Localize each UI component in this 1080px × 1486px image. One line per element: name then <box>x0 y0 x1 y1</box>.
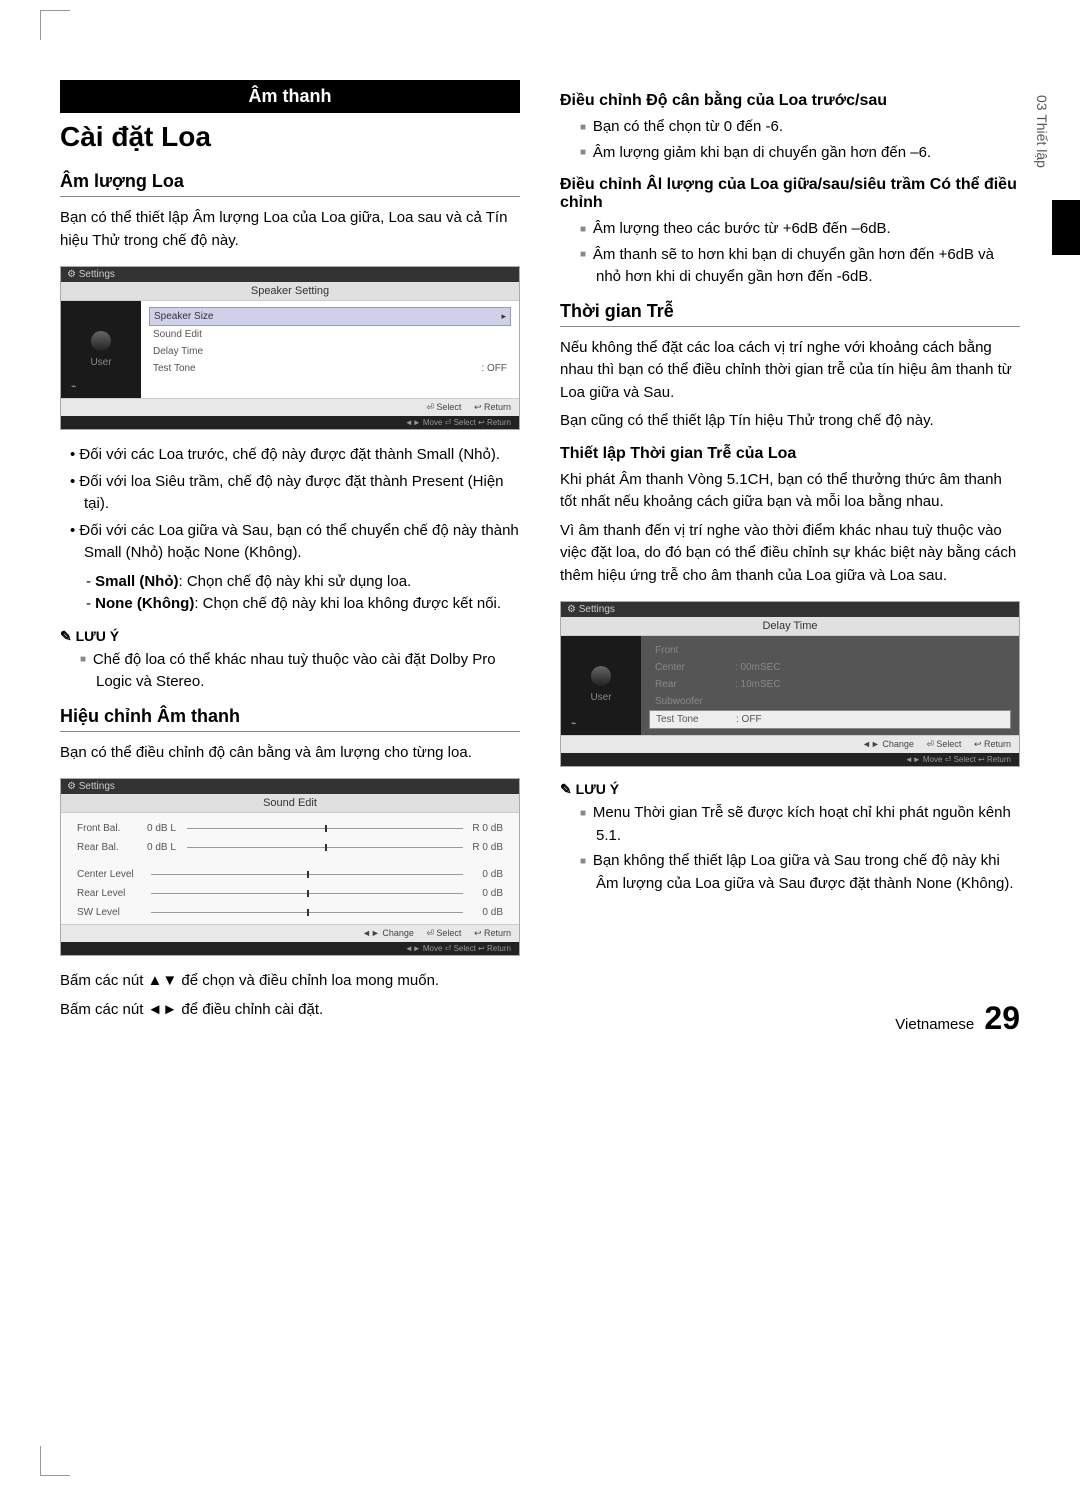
ui-sound-edit: Settings Sound Edit Front Bal. 0 dB L R … <box>60 778 520 956</box>
paragraph-delay-2: Bạn cũng có thể thiết lập Tín hiệu Thử t… <box>560 410 1020 433</box>
note-item: Menu Thời gian Trễ sẽ được kích hoạt chỉ… <box>580 802 1020 847</box>
note-label: LƯU Ý <box>560 781 1020 798</box>
right-column: Điều chỉnh Độ cân bằng của Loa trước/sau… <box>560 80 1020 1027</box>
bullet-item: Đối với các Loa trước, chế độ này được đ… <box>70 444 520 467</box>
ui-footer-return: ↩ Return <box>474 928 511 938</box>
ui-row-center[interactable]: Center: 00mSEC <box>649 659 1011 676</box>
dash-item-none: - None (Không): Chọn chế độ này khi loa … <box>86 593 520 616</box>
pick-icon: ⌁ <box>571 718 576 729</box>
bullet-item: Đối với loa Siêu trầm, chế độ này được đ… <box>70 471 520 516</box>
ui-delay-time: Settings Delay Time User ⌁ Front Center:… <box>560 601 1020 767</box>
ui-footer: ⏎ Select ↩ Return <box>61 398 519 416</box>
heading-volume-adjust: Điều chỉnh Âl lượng của Loa giữa/sau/siê… <box>560 176 1020 212</box>
ui-panel-title: Sound Edit <box>61 794 519 813</box>
page-language: Vietnamese <box>895 1016 974 1033</box>
page: 03 Thiết lập Âm thanh Cài đặt Loa Âm lượ… <box>0 0 1080 1067</box>
ui-footer-dark: ◄► Move ⏎ Select ↩ Return <box>61 942 519 955</box>
dash-list: - Small (Nhỏ): Chọn chế độ này khi sử dụ… <box>86 571 520 616</box>
ui-footer-return: ↩ Return <box>474 402 511 412</box>
ui-row-delay-time[interactable]: Delay Time <box>149 343 511 360</box>
ui-footer-dark: ◄► Move ⏎ Select ↩ Return <box>61 416 519 429</box>
list-item: Âm lượng giảm khi bạn di chuyển gần hơn … <box>580 142 1020 165</box>
ui-row-sw-level[interactable]: SW Level 0 dB <box>71 903 509 922</box>
left-column: Âm thanh Cài đặt Loa Âm lượng Loa Bạn có… <box>60 80 520 1027</box>
list-item: Bạn có thể chọn từ 0 đến -6. <box>580 116 1020 139</box>
ui-main-panel: Speaker Size▸ Sound Edit Delay Time Test… <box>141 301 519 398</box>
ui-side-user: User <box>61 357 141 368</box>
ui-footer-change: ◄► Change <box>362 928 414 938</box>
heading-set-delay: Thiết lập Thời gian Trễ của Loa <box>560 445 1020 463</box>
ui-top-bar: Settings <box>61 267 519 282</box>
paragraph-hieu-chinh: Bạn có thể điều chỉnh độ cân bằng và âm … <box>60 742 520 765</box>
ui-main-panel: Front Center: 00mSEC Rear: 10mSEC Subwoo… <box>641 636 1019 735</box>
ui-footer-dark: ◄► Move ⏎ Select ↩ Return <box>561 753 1019 766</box>
square-list-balance: Bạn có thể chọn từ 0 đến -6. Âm lượng gi… <box>580 116 1020 164</box>
ui-footer-select: ⏎ Select <box>426 928 461 938</box>
ui-footer: ◄► Change ⏎ Select ↩ Return <box>561 735 1019 753</box>
ui-row-rear-bal[interactable]: Rear Bal. 0 dB L R 0 dB <box>71 838 509 857</box>
instruction-updown: Bấm các nút ▲▼ để chọn và điều chỉnh loa… <box>60 970 520 993</box>
intro-paragraph: Bạn có thể thiết lập Âm lượng Loa của Lo… <box>60 207 520 252</box>
ui-panel-title: Speaker Setting <box>61 282 519 301</box>
ui-row-rear-level[interactable]: Rear Level 0 dB <box>71 884 509 903</box>
list-item: Âm thanh sẽ to hơn khi bạn di chuyển gần… <box>580 244 1020 289</box>
heading-hieu-chinh: Hiệu chỉnh Âm thanh <box>60 706 520 732</box>
heading-balance-adjust: Điều chỉnh Độ cân bằng của Loa trước/sau <box>560 92 1020 110</box>
page-number: Vietnamese 29 <box>895 1000 1020 1037</box>
note-list: Chế độ loa có thể khác nhau tuỳ thuộc và… <box>80 649 520 694</box>
pick-icon: ⌁ <box>71 381 76 392</box>
ui-row-test-tone[interactable]: Test Tone: OFF <box>649 710 1011 729</box>
ui-row-test-tone[interactable]: Test Tone: OFF <box>149 360 511 377</box>
paragraph-set-delay-2: Vì âm thanh đến vị trí nghe vào thời điể… <box>560 520 1020 588</box>
note-list-delay: Menu Thời gian Trễ sẽ được kích hoạt chỉ… <box>580 802 1020 895</box>
ui-footer: ◄► Change ⏎ Select ↩ Return <box>61 924 519 942</box>
list-item: Âm lượng theo các bước từ +6dB đến –6dB. <box>580 218 1020 241</box>
ui-side-panel: User ⌁ <box>561 636 641 735</box>
ui-side-user: User <box>561 692 641 703</box>
ui-top-bar: Settings <box>61 779 519 794</box>
ui-footer-change: ◄► Change <box>862 739 914 749</box>
note-item: Chế độ loa có thể khác nhau tuỳ thuộc và… <box>80 649 520 694</box>
side-black-tab <box>1052 200 1080 255</box>
dash-item-small: - Small (Nhỏ): Chọn chế độ này khi sử dụ… <box>86 571 520 594</box>
page-number-value: 29 <box>984 1000 1020 1036</box>
paragraph-delay-1: Nếu không thể đặt các loa cách vị trí ng… <box>560 337 1020 405</box>
ui-footer-return: ↩ Return <box>974 739 1011 749</box>
bullet-list-speaker-modes: Đối với các Loa trước, chế độ này được đ… <box>70 444 520 565</box>
side-chapter-tab: 03 Thiết lập <box>1034 95 1050 168</box>
section-header-bar: Âm thanh <box>60 80 520 113</box>
ui-side-panel: User ⌁ <box>61 301 141 398</box>
ui-speaker-setting: Settings Speaker Setting User ⌁ Speaker … <box>60 266 520 430</box>
page-main-title: Cài đặt Loa <box>60 121 520 153</box>
ui-panel-title: Delay Time <box>561 617 1019 636</box>
disc-icon <box>591 666 611 686</box>
ui-row-center-level[interactable]: Center Level 0 dB <box>71 865 509 884</box>
ui-row-front-bal[interactable]: Front Bal. 0 dB L R 0 dB <box>71 819 509 838</box>
disc-icon <box>91 331 111 351</box>
paragraph-set-delay-1: Khi phát Âm thanh Vòng 5.1CH, bạn có thể… <box>560 469 1020 514</box>
note-item: Bạn không thể thiết lập Loa giữa và Sau … <box>580 850 1020 895</box>
heading-delay-time: Thời gian Trễ <box>560 301 1020 327</box>
ui-row-front[interactable]: Front <box>649 642 1011 659</box>
ui-footer-select: ⏎ Select <box>926 739 961 749</box>
note-label: LƯU Ý <box>60 628 520 645</box>
chevron-right-icon: ▸ <box>501 311 506 322</box>
ui-row-subwoofer[interactable]: Subwoofer <box>649 693 1011 710</box>
bullet-item: Đối với các Loa giữa và Sau, bạn có thể … <box>70 520 520 565</box>
heading-am-luong-loa: Âm lượng Loa <box>60 171 520 197</box>
ui-top-bar: Settings <box>561 602 1019 617</box>
ui-row-sound-edit[interactable]: Sound Edit <box>149 326 511 343</box>
square-list-volume: Âm lượng theo các bước từ +6dB đến –6dB.… <box>580 218 1020 289</box>
ui-footer-select: ⏎ Select <box>426 402 461 412</box>
ui-row-speaker-size[interactable]: Speaker Size▸ <box>149 307 511 326</box>
instruction-leftright: Bấm các nút ◄► để điều chỉnh cài đặt. <box>60 999 520 1022</box>
ui-row-rear[interactable]: Rear: 10mSEC <box>649 676 1011 693</box>
